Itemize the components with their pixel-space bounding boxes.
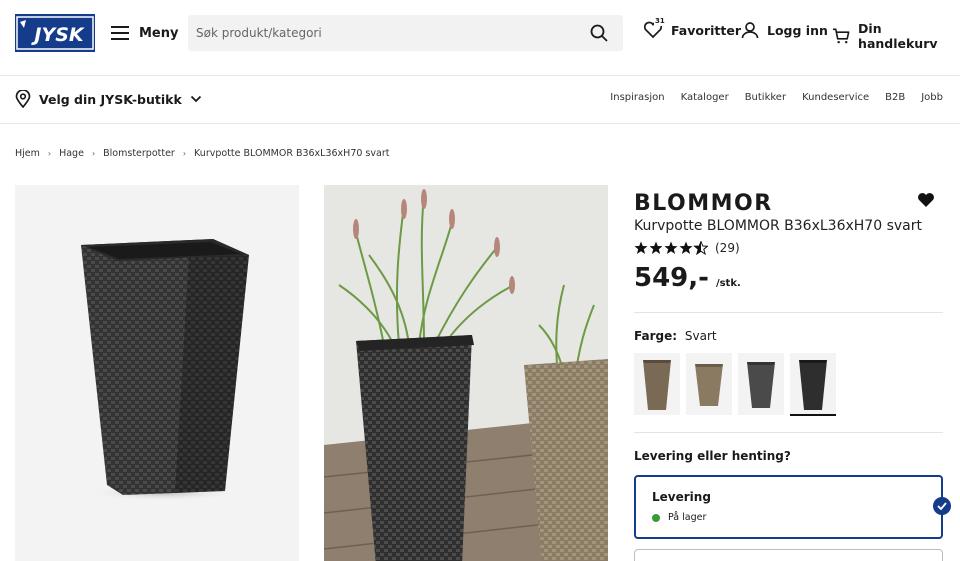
delivery-option[interactable]: Levering På lager [634, 475, 943, 539]
nav-kataloger[interactable]: Kataloger [681, 92, 729, 103]
sub-header: Velg din JYSK-butikk Inspirasjon Katalog… [0, 76, 960, 124]
color-swatches [634, 353, 836, 416]
nav-b2b[interactable]: B2B [885, 92, 905, 103]
color-swatch-black-selected[interactable] [790, 353, 836, 416]
delivery-option-title: Levering [652, 490, 711, 504]
search-input[interactable] [188, 15, 581, 51]
nav-jobb[interactable]: Jobb [921, 92, 943, 103]
color-value: Svart [684, 329, 717, 343]
delivery-question: Levering eller henting? [634, 449, 791, 463]
product-brand: BLOMMOR [634, 191, 773, 216]
breadcrumb-blomsterpotter[interactable]: Blomsterpotter [103, 148, 175, 159]
menu-label: Meny [139, 25, 179, 41]
favorite-heart-icon[interactable] [917, 192, 935, 212]
user-icon [741, 22, 759, 39]
breadcrumb-hage[interactable]: Hage [59, 148, 84, 159]
store-selector-label: Velg din JYSK-butikk [39, 91, 182, 107]
price-value: 549,- [634, 263, 709, 293]
star-rating-icon [634, 241, 708, 255]
chevron-right-icon: › [47, 149, 52, 158]
pickup-option[interactable] [634, 549, 943, 561]
product-image-main[interactable] [15, 185, 299, 561]
planter-lifestyle-illustration [324, 185, 608, 561]
site-header: JYSK Meny 31 Favoritter Logg inn Din han… [0, 0, 960, 76]
planter-illustration [81, 239, 249, 501]
jysk-logo[interactable]: JYSK [15, 14, 95, 52]
chevron-right-icon: › [182, 149, 187, 158]
color-label-row: Farge: Svart [634, 329, 717, 343]
divider [634, 432, 943, 433]
jysk-logo-mark: JYSK [16, 16, 94, 50]
hamburger-icon [111, 26, 129, 40]
search-icon[interactable] [581, 15, 617, 51]
breadcrumb-current: Kurvpotte BLOMMOR B36xL36xH70 svart [194, 148, 390, 159]
cart-label: Din handlekurv [858, 21, 938, 51]
cart-link[interactable]: Din handlekurv [832, 21, 960, 51]
stock-status: På lager [652, 512, 706, 523]
login-link[interactable]: Logg inn [741, 21, 828, 39]
rating-count: (29) [715, 241, 740, 255]
stock-status-text: På lager [668, 512, 707, 523]
chevron-down-icon [190, 95, 201, 103]
top-nav: Inspirasjon Kataloger Butikker Kundeserv… [610, 92, 943, 103]
price-unit: /stk. [715, 278, 741, 289]
store-selector[interactable]: Velg din JYSK-butikk [15, 90, 202, 108]
favorites-count-badge: 31 [654, 17, 666, 26]
color-swatch-grey[interactable] [738, 353, 784, 415]
search-bar [188, 15, 623, 51]
breadcrumb: Hjem › Hage › Blomsterpotter › Kurvpotte… [15, 148, 389, 159]
color-swatch-brown-tall[interactable] [634, 353, 680, 415]
svg-text:JYSK: JYSK [30, 24, 85, 46]
divider [634, 312, 943, 313]
product-image-lifestyle[interactable] [324, 185, 608, 561]
color-swatch-brown-short[interactable] [686, 353, 732, 415]
heart-outline-icon: 31 [643, 17, 666, 39]
price: 549,- /stk. [634, 263, 741, 293]
favorites-link[interactable]: 31 Favoritter [643, 17, 742, 39]
nav-inspirasjon[interactable]: Inspirasjon [610, 92, 664, 103]
cart-icon [832, 28, 850, 44]
stock-status-dot [652, 513, 660, 522]
checkmark-icon [933, 497, 951, 515]
nav-kundeservice[interactable]: Kundeservice [802, 92, 869, 103]
location-pin-icon [15, 90, 31, 108]
menu-button[interactable]: Meny [111, 22, 178, 44]
product-name: Kurvpotte BLOMMOR B36xL36xH70 svart [634, 218, 922, 234]
favorites-label: Favoritter [671, 22, 742, 38]
login-label: Logg inn [767, 22, 828, 38]
color-label: Farge: [634, 329, 678, 343]
rating-stars[interactable]: (29) [634, 241, 740, 255]
nav-butikker[interactable]: Butikker [745, 92, 786, 103]
breadcrumb-home[interactable]: Hjem [15, 148, 40, 159]
chevron-right-icon: › [91, 149, 96, 158]
